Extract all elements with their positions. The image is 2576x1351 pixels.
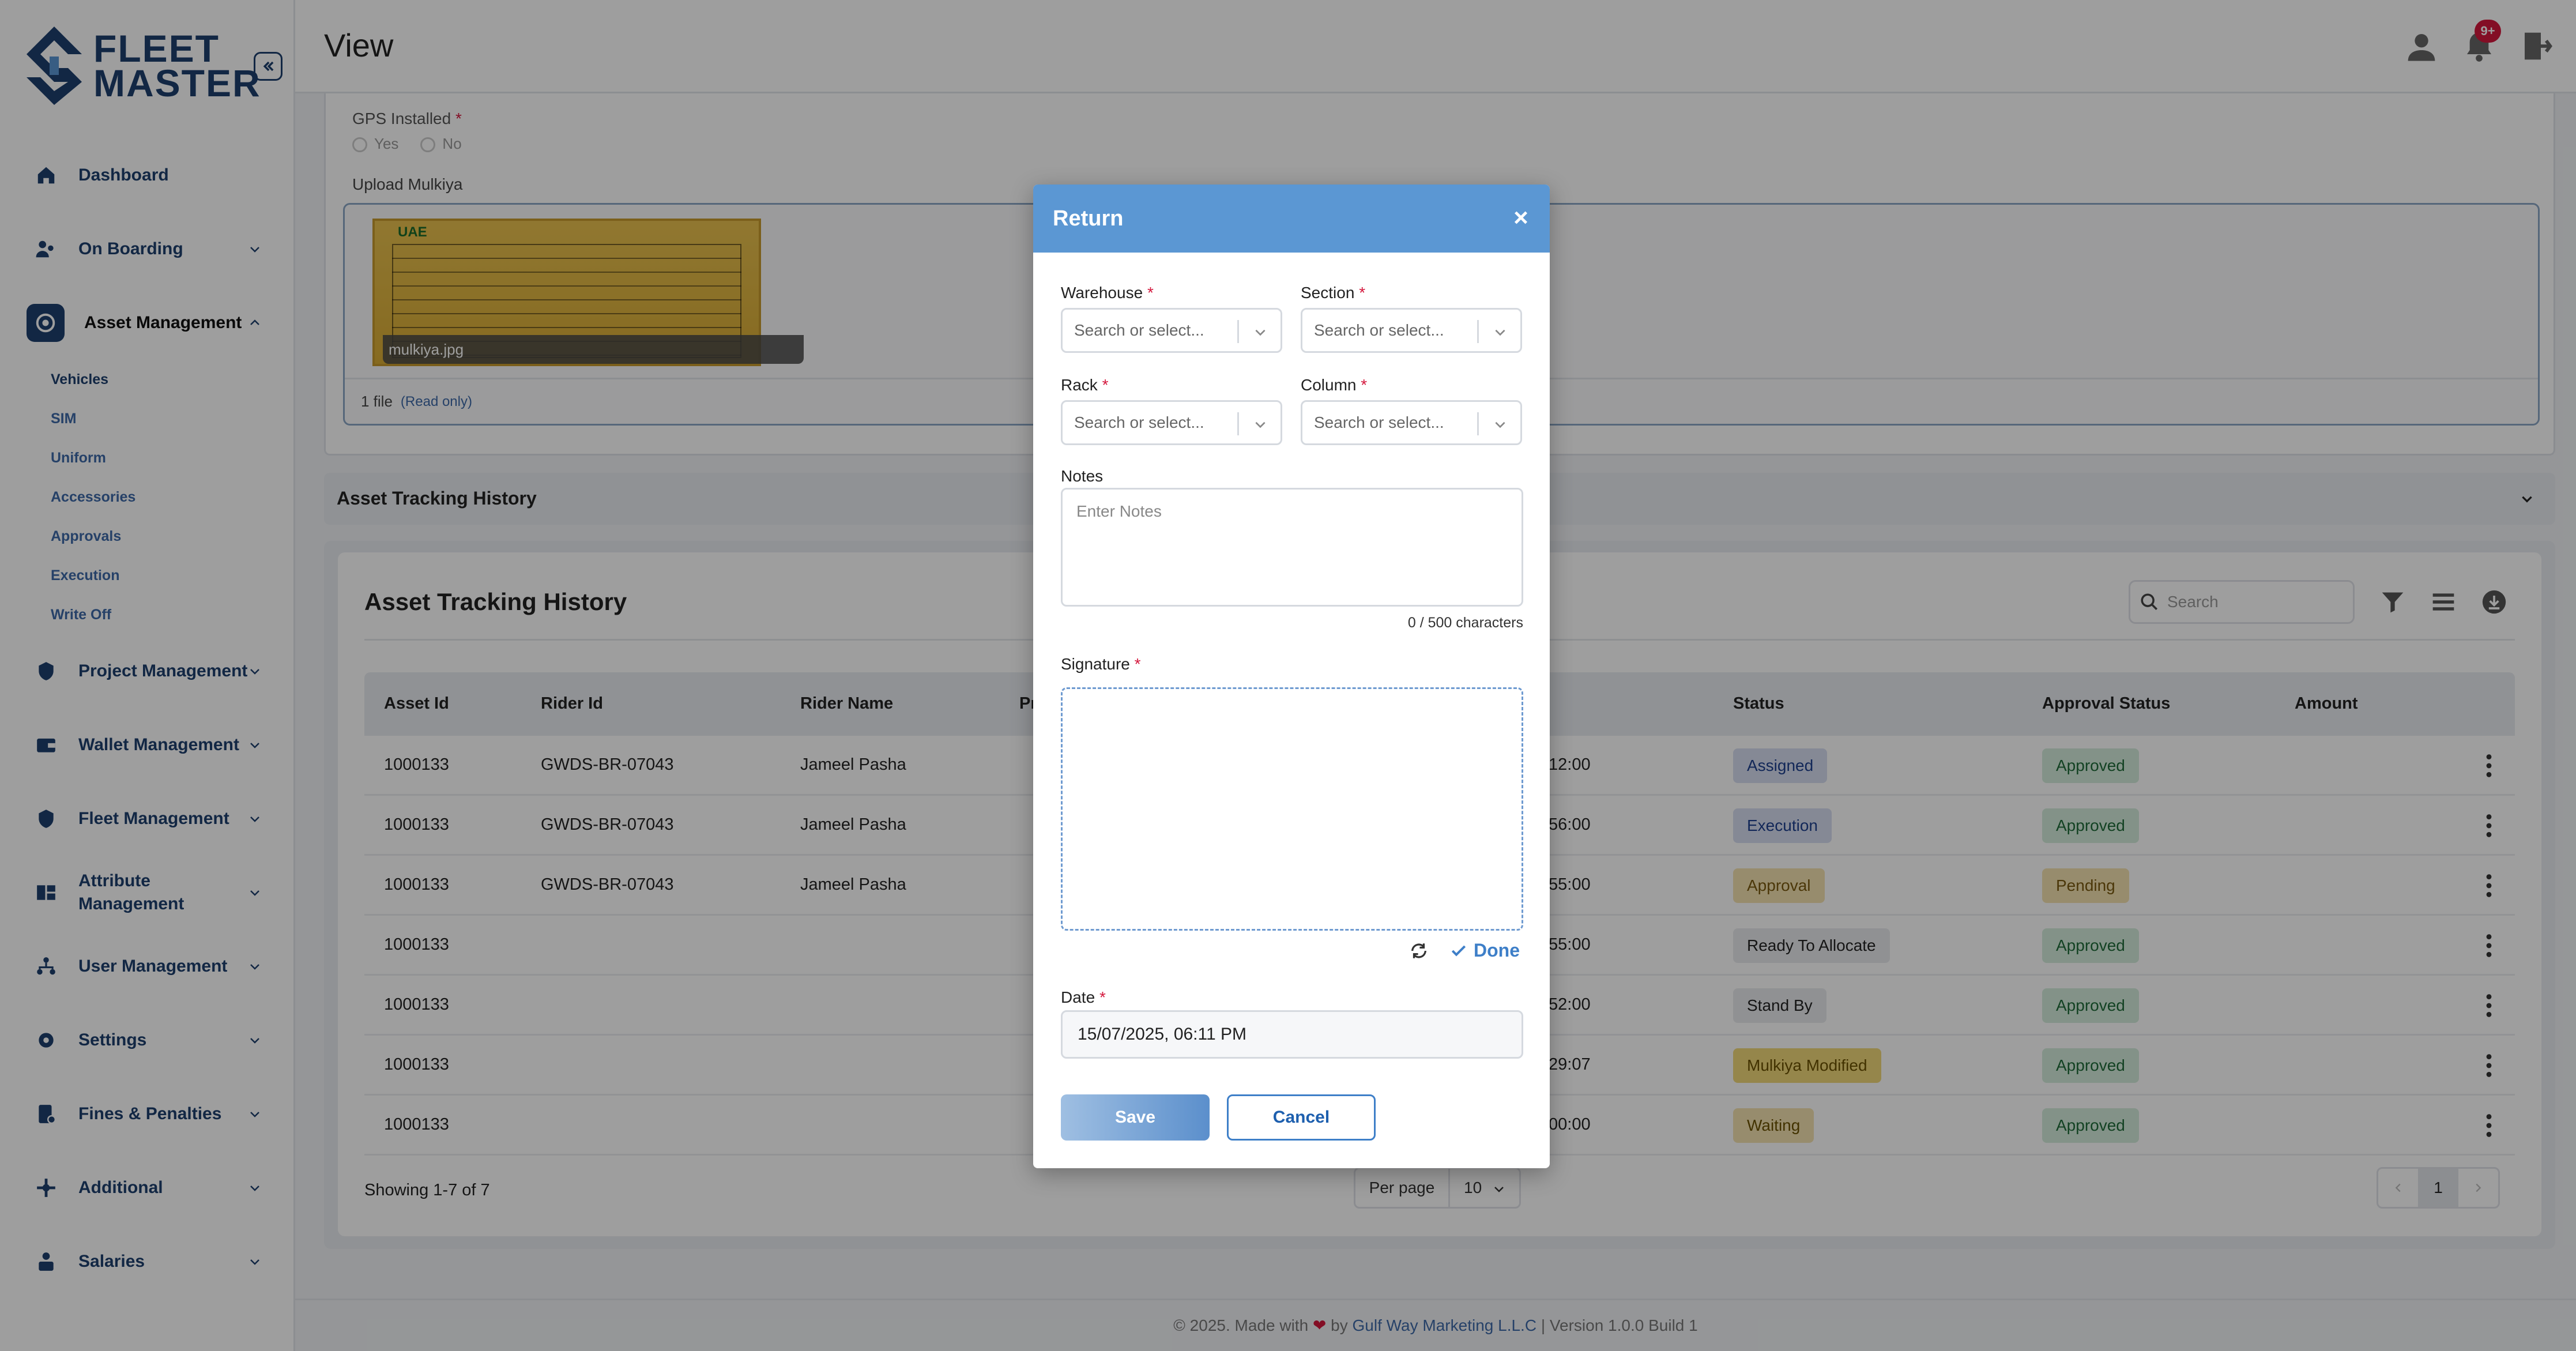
chevron-down-icon	[1495, 329, 1505, 336]
chevron-down-icon	[1495, 422, 1505, 428]
rack-label: Rack	[1061, 376, 1098, 394]
return-modal: Return × Warehouse * Search or select...…	[1033, 185, 1550, 1168]
section-select[interactable]: Search or select...	[1301, 308, 1522, 353]
modal-header: Return ×	[1033, 185, 1550, 253]
chevron-down-icon	[1255, 422, 1266, 428]
section-label: Section	[1301, 284, 1355, 302]
warehouse-label: Warehouse	[1061, 284, 1143, 302]
chevron-down-icon	[1255, 329, 1266, 336]
select-placeholder: Search or select...	[1074, 413, 1204, 431]
signature-pad[interactable]	[1061, 687, 1523, 931]
check-icon	[1451, 945, 1466, 956]
signature-label: Signature	[1061, 655, 1130, 673]
select-separator	[1237, 412, 1239, 435]
notes-label: Notes	[1061, 467, 1104, 485]
select-separator	[1477, 412, 1479, 435]
refresh-icon[interactable]	[1409, 941, 1429, 961]
select-placeholder: Search or select...	[1314, 413, 1444, 431]
warehouse-select[interactable]: Search or select...	[1061, 308, 1282, 353]
select-separator	[1237, 320, 1239, 343]
select-placeholder: Search or select...	[1314, 321, 1444, 339]
notes-placeholder: Enter Notes	[1076, 502, 1162, 520]
notes-textarea[interactable]: Enter Notes	[1061, 488, 1523, 607]
required-asterisk: *	[1359, 284, 1366, 302]
date-input[interactable]: 15/07/2025, 06:11 PM	[1061, 1010, 1523, 1059]
column-select[interactable]: Search or select...	[1301, 400, 1522, 445]
done-label: Done	[1474, 940, 1520, 961]
signature-done-button[interactable]: Done	[1449, 940, 1520, 961]
required-asterisk: *	[1361, 376, 1368, 394]
modal-title: Return	[1053, 206, 1124, 231]
signature-actions: Done	[1409, 940, 1520, 961]
notes-char-count: 0 / 500 characters	[1407, 615, 1523, 631]
required-asterisk: *	[1147, 284, 1154, 302]
rack-select[interactable]: Search or select...	[1061, 400, 1282, 445]
date-label: Date	[1061, 988, 1095, 1006]
save-button[interactable]: Save	[1061, 1094, 1210, 1141]
required-asterisk: *	[1134, 655, 1141, 673]
column-label: Column	[1301, 376, 1357, 394]
select-separator	[1477, 320, 1479, 343]
cancel-button[interactable]: Cancel	[1227, 1094, 1376, 1141]
close-icon: ×	[1513, 204, 1528, 232]
required-asterisk: *	[1102, 376, 1109, 394]
select-placeholder: Search or select...	[1074, 321, 1204, 339]
close-modal-button[interactable]: ×	[1509, 204, 1532, 232]
required-asterisk: *	[1099, 988, 1106, 1006]
